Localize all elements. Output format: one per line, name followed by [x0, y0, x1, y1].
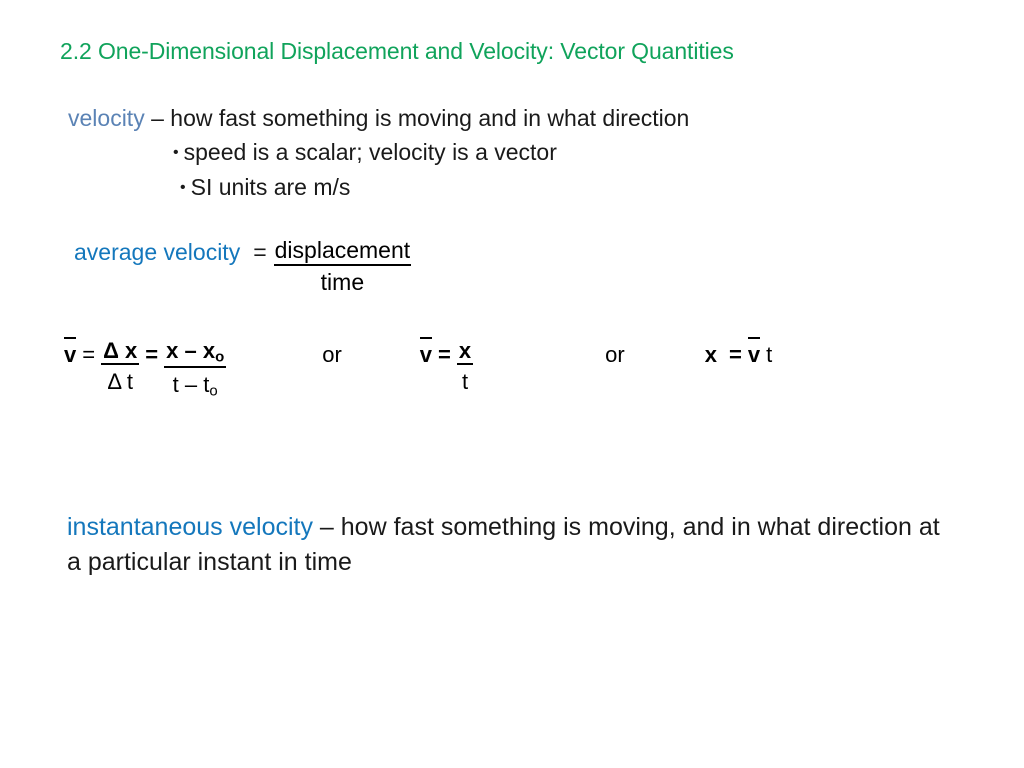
- x-over-t-fraction: x t: [456, 338, 474, 394]
- equals-sign: =: [728, 342, 742, 367]
- list-item: • speed is a scalar; velocity is a vector: [68, 135, 689, 170]
- equals-sign: =: [145, 342, 159, 367]
- instantaneous-velocity-term: instantaneous velocity: [67, 513, 313, 541]
- x-symbol: x: [704, 342, 717, 367]
- velocity-description: how fast something is moving and in what…: [170, 105, 690, 131]
- fraction-denominator: time: [320, 269, 365, 295]
- fraction-numerator: displacement: [273, 239, 412, 266]
- v-bar-symbol: v: [64, 337, 77, 367]
- v-bar-symbol: v: [747, 337, 761, 367]
- denominator-text: t – t: [172, 372, 210, 398]
- list-item: • SI units are m/s: [68, 170, 689, 205]
- velocity-dash: –: [144, 105, 171, 131]
- denominator-subscript: o: [209, 382, 218, 400]
- bullet-icon: •: [173, 144, 179, 161]
- equals-sign: =: [438, 342, 451, 367]
- difference-fraction: x – xo t – to: [164, 338, 227, 399]
- delta-fraction: Δ x Δ t: [101, 338, 140, 394]
- bullet-icon: •: [180, 179, 186, 196]
- velocity-term: velocity: [68, 105, 145, 131]
- numerator-subscript: o: [215, 348, 225, 366]
- fraction-numerator: x: [456, 338, 474, 365]
- velocity-definition-block: velocity – how fast something is moving …: [68, 101, 689, 205]
- v-bar-symbol: v: [419, 337, 433, 367]
- numerator-text: x – x: [166, 338, 216, 363]
- fraction-denominator: Δ t: [107, 369, 134, 394]
- fraction-denominator: t – to: [173, 368, 218, 399]
- slide-canvas: 2.2 One-Dimensional Displacement and Vel…: [0, 0, 1024, 768]
- velocity-definition-line: velocity – how fast something is moving …: [68, 101, 689, 135]
- average-velocity-equation: average velocity = displacement time: [74, 239, 412, 295]
- velocity-formula-row: v = Δ x Δ t = x – xo t – to or v = x t o: [64, 337, 773, 399]
- page-title: 2.2 One-Dimensional Displacement and Vel…: [60, 38, 734, 64]
- fraction-numerator: Δ x: [101, 338, 140, 365]
- average-velocity-term: average velocity: [74, 239, 241, 265]
- or-separator-1: or: [322, 342, 342, 367]
- average-velocity-equals: =: [253, 239, 267, 265]
- average-velocity-fraction: displacement time: [273, 239, 412, 295]
- t-symbol: t: [766, 342, 773, 367]
- formula-average-velocity-simple: v = x t: [419, 337, 474, 394]
- list-item-label: speed is a scalar; velocity is a vector: [183, 139, 557, 165]
- formula-displacement: x = v t: [704, 337, 773, 368]
- fraction-numerator: x – xo: [164, 338, 227, 369]
- list-item-label: SI units are m/s: [190, 174, 351, 200]
- formula-average-velocity-delta: v = Δ x Δ t = x – xo t – to: [64, 337, 227, 399]
- instantaneous-dash: –: [312, 513, 341, 541]
- instantaneous-velocity-block: instantaneous velocity – how fast someth…: [67, 510, 957, 580]
- fraction-denominator: t: [461, 369, 469, 394]
- or-separator-2: or: [605, 342, 625, 367]
- equals-sign: =: [82, 342, 96, 367]
